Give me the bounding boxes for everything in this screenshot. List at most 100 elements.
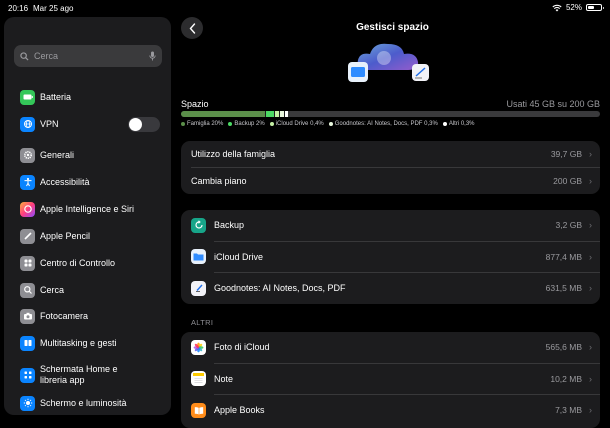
sidebar-item-label: Centro di Controllo: [40, 257, 116, 268]
vpn-toggle[interactable]: [128, 116, 160, 132]
storage-label: Spazio: [181, 99, 209, 109]
sidebar-item-label: Batteria: [40, 91, 72, 102]
legend-item: Famiglia 20%: [181, 121, 223, 127]
sidebar-item-label: Generali: [40, 149, 75, 160]
multitasking-icon: [20, 335, 35, 351]
status-date: Mar 25 ago: [33, 4, 74, 13]
row-label: Backup: [214, 220, 245, 231]
icloud-photos-row[interactable]: Foto di iCloud 565,6 MB ›: [181, 332, 600, 363]
chevron-left-icon: [189, 22, 195, 34]
storage-segment-altri: [284, 111, 289, 117]
search-icon: [20, 282, 35, 298]
storage-bar: [181, 111, 600, 117]
sidebar-item-apple-pencil[interactable]: Apple Pencil: [20, 227, 160, 245]
camera-icon: [20, 308, 35, 324]
toggle-knob: [129, 117, 142, 131]
siri-icon: [20, 201, 35, 217]
legend-dot: [442, 122, 447, 126]
sidebar-item-generali[interactable]: Generali: [20, 146, 160, 164]
chevron-right-icon: ›: [589, 251, 592, 262]
goodnotes-row[interactable]: Goodnotes: AI Notes, Docs, PDF 631,5 MB …: [181, 273, 600, 304]
family-usage-row[interactable]: Utilizzo della famiglia 39,7 GB ›: [181, 141, 600, 167]
row-value: 7,3 MB: [555, 405, 582, 416]
row-value: 200 GB: [553, 176, 582, 186]
chevron-right-icon: ›: [589, 283, 592, 294]
backup-row[interactable]: Backup 3,2 GB ›: [181, 210, 600, 241]
icloud-storage-illustration: [348, 43, 429, 82]
folder-icon: [191, 249, 206, 265]
battery-percentage: 52%: [565, 3, 582, 12]
legend-item: iCloud Drive 0,4%: [269, 121, 324, 127]
row-value: 877,4 MB: [545, 251, 582, 262]
search-icon: [20, 51, 29, 61]
battery-icon: [20, 89, 35, 105]
wifi-icon: [552, 4, 562, 11]
sidebar-item-accessibilita[interactable]: Accessibilità: [20, 173, 160, 191]
notes-icon: [191, 371, 206, 387]
sidebar-item-schermata-home[interactable]: Schermata Home e libreria app: [20, 363, 160, 387]
sidebar-item-label: Apple Intelligence e Siri: [40, 203, 135, 214]
legend-dot: [328, 122, 333, 126]
legend-dot: [228, 122, 233, 126]
sidebar-search[interactable]: Cerca: [14, 45, 162, 67]
row-label: Note: [214, 373, 234, 384]
status-right: 52%: [552, 3, 604, 12]
legend-item: Backup 2%: [228, 121, 265, 127]
plan-group: Utilizzo della famiglia 39,7 GB › Cambia…: [181, 141, 600, 194]
books-icon: [191, 402, 206, 418]
page-title: Gestisci spazio: [356, 22, 429, 33]
legend-dot: [181, 122, 185, 126]
brightness-icon: [20, 395, 35, 411]
sidebar-item-label: Multitasking e gesti: [40, 337, 117, 348]
notes-row[interactable]: Note 10,2 MB ›: [181, 364, 600, 395]
row-value: 39,7 GB: [550, 149, 582, 159]
sidebar-item-label: Cerca: [40, 284, 65, 295]
settings-sidebar: Cerca Batteria VPN Generali Accessibilit…: [4, 17, 171, 415]
battery-icon: [586, 4, 604, 11]
legend-dot: [269, 122, 274, 126]
sidebar-item-schermo-luminosita[interactable]: Schermo e luminosità: [20, 394, 160, 412]
row-label: Foto di iCloud: [214, 342, 270, 353]
status-time: 20:16: [8, 4, 29, 13]
sidebar-item-multitasking[interactable]: Multitasking e gesti: [20, 334, 160, 352]
others-group: Foto di iCloud 565,6 MB › Note 10,2 MB ›…: [181, 332, 600, 428]
sidebar-item-label: Apple Pencil: [40, 230, 91, 241]
sidebar-item-apple-intelligence[interactable]: Apple Intelligence e Siri: [20, 200, 160, 218]
row-value: 565,6 MB: [545, 342, 582, 353]
sidebar-item-label: Schermata Home e libreria app: [40, 364, 118, 385]
storage-segment-backup: [265, 111, 276, 117]
storage-segment-famiglia: [181, 111, 266, 117]
sidebar-item-batteria[interactable]: Batteria: [20, 88, 160, 106]
chevron-right-icon: ›: [589, 220, 592, 231]
apple-books-row[interactable]: Apple Books 7,3 MB ›: [181, 395, 600, 426]
sidebar-item-label: Accessibilità: [40, 176, 90, 187]
row-label: Utilizzo della famiglia: [191, 149, 276, 159]
vpn-icon: [20, 116, 35, 132]
legend-label: Backup 2%: [234, 121, 265, 127]
chevron-right-icon: ›: [589, 342, 592, 353]
row-value: 3,2 GB: [555, 220, 582, 231]
back-button[interactable]: [181, 17, 203, 39]
sidebar-item-centro-di-controllo[interactable]: Centro di Controllo: [20, 254, 160, 272]
row-label: iCloud Drive: [214, 251, 264, 262]
accessibility-icon: [20, 174, 35, 190]
row-value: 631,5 MB: [545, 283, 582, 294]
apps-group: Backup 3,2 GB › iCloud Drive 877,4 MB › …: [181, 210, 600, 304]
status-bar: 20:16 Mar 25 ago 52%: [0, 0, 610, 16]
goodnotes-icon: [191, 280, 206, 296]
control-center-icon: [20, 255, 35, 271]
microphone-icon[interactable]: [149, 51, 156, 61]
sidebar-item-vpn[interactable]: VPN: [20, 115, 160, 133]
row-value: 10,2 MB: [550, 373, 582, 384]
legend-label: Famiglia 20%: [187, 121, 224, 127]
row-label: Goodnotes: AI Notes, Docs, PDF: [214, 283, 346, 294]
icloud-drive-row[interactable]: iCloud Drive 877,4 MB ›: [181, 242, 600, 273]
change-plan-row[interactable]: Cambia piano 200 GB ›: [181, 168, 600, 194]
photos-icon: [191, 339, 206, 355]
legend-item: Altri 0,3%: [442, 121, 475, 127]
search-input[interactable]: Cerca: [34, 51, 149, 61]
legend-item: Goodnotes: AI Notes, Docs, PDF 0,3%: [328, 121, 438, 127]
sidebar-item-cerca[interactable]: Cerca: [20, 281, 160, 299]
sidebar-item-fotocamera[interactable]: Fotocamera: [20, 307, 160, 325]
chevron-right-icon: ›: [589, 176, 592, 186]
